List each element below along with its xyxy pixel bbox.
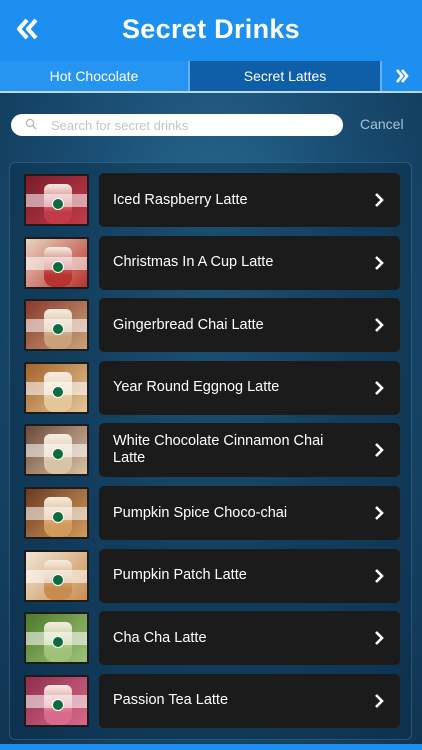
logo-icon	[52, 573, 64, 586]
double-chevron-right-icon	[396, 69, 409, 83]
chevron-right-icon	[375, 193, 384, 207]
search-bar: Cancel	[0, 93, 422, 155]
drink-label: Cha Cha Latte	[113, 629, 207, 646]
next-tab-button[interactable]	[382, 61, 422, 91]
list-item[interactable]: Year Round Eggnog Latte	[24, 360, 400, 415]
chevron-right-icon	[375, 380, 384, 395]
list-item[interactable]: Passion Tea Latte	[24, 673, 400, 728]
list-item[interactable]: Cha Cha Latte	[24, 611, 400, 666]
drink-label: White Chocolate Cinnamon Chai Latte	[113, 433, 324, 467]
drink-label: Pumpkin Patch Latte	[113, 567, 247, 584]
list-item[interactable]: Pumpkin Spice Choco-chai	[24, 486, 400, 540]
drink-thumbnail	[24, 487, 89, 539]
drink-label: Year Round Eggnog Latte	[113, 379, 280, 396]
list-item[interactable]: Gingerbread Chai Latte	[24, 298, 400, 353]
bottom-strip	[0, 744, 422, 750]
chevron-right-icon	[375, 693, 384, 708]
drink-card[interactable]: Year Round Eggnog Latte	[99, 360, 400, 415]
chevron-right-icon	[375, 568, 384, 583]
drinks-list: Iced Raspberry Latte Christmas In A Cup L…	[9, 162, 412, 740]
logo-icon	[52, 385, 64, 398]
search-input[interactable]	[51, 114, 331, 136]
search-box[interactable]	[11, 114, 343, 136]
logo-icon	[52, 260, 64, 273]
drink-thumbnail	[24, 236, 89, 289]
drink-card[interactable]: Pumpkin Spice Choco-chai	[99, 486, 400, 540]
logo-icon	[52, 698, 64, 711]
drink-label: Pumpkin Spice Choco-chai	[113, 504, 288, 521]
drink-label: Iced Raspberry Latte	[113, 191, 248, 208]
nav-bar: Secret Drinks	[0, 0, 422, 61]
drink-label: Gingerbread Chai Latte	[113, 316, 264, 333]
drink-thumbnail	[24, 612, 89, 665]
drink-thumbnail	[24, 174, 89, 226]
list-item[interactable]: White Chocolate Cinnamon Chai Latte	[24, 423, 400, 478]
search-icon	[25, 118, 37, 130]
chevron-right-icon	[375, 318, 384, 333]
list-item[interactable]: Christmas In A Cup Latte	[24, 235, 400, 290]
drink-label: Christmas In A Cup Latte	[113, 254, 274, 271]
logo-icon	[52, 198, 64, 210]
logo-icon	[52, 511, 64, 523]
list-item[interactable]: Pumpkin Patch Latte	[24, 548, 400, 603]
drink-card[interactable]: Gingerbread Chai Latte	[99, 298, 400, 353]
drink-label: Passion Tea Latte	[113, 692, 229, 709]
drink-card[interactable]: Christmas In A Cup Latte	[99, 235, 400, 290]
drink-thumbnail	[24, 299, 89, 352]
list-item[interactable]: Iced Raspberry Latte	[24, 173, 400, 227]
drink-thumbnail	[24, 424, 89, 477]
chevron-right-icon	[375, 443, 384, 458]
drink-card[interactable]: White Chocolate Cinnamon Chai Latte	[99, 423, 400, 478]
page-title: Secret Drinks	[122, 14, 300, 44]
tab-bar: Hot Chocolate Secret Lattes	[0, 61, 422, 91]
drink-card[interactable]: Iced Raspberry Latte	[99, 173, 400, 227]
drink-thumbnail	[24, 549, 89, 602]
drink-thumbnail	[24, 674, 89, 727]
drink-thumbnail	[24, 361, 89, 414]
cancel-button[interactable]: Cancel	[360, 116, 404, 132]
drink-card[interactable]: Cha Cha Latte	[99, 611, 400, 666]
drink-card[interactable]: Pumpkin Patch Latte	[99, 548, 400, 603]
chevron-right-icon	[375, 255, 384, 270]
tab-secret-lattes[interactable]: Secret Lattes	[190, 61, 380, 91]
chevron-right-icon	[375, 506, 384, 520]
chevron-right-icon	[375, 631, 384, 646]
drink-card[interactable]: Passion Tea Latte	[99, 673, 400, 728]
tab-hot-chocolate[interactable]: Hot Chocolate	[0, 61, 188, 91]
